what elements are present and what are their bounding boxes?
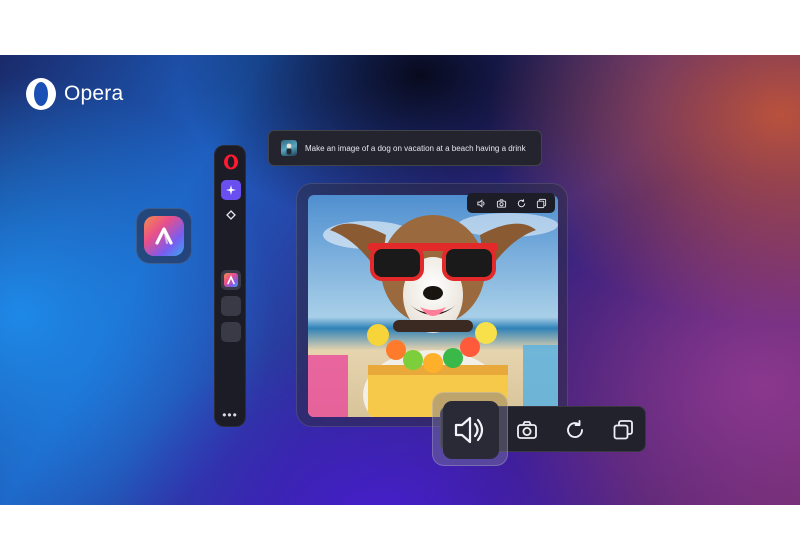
sidebar-empty-slot[interactable]	[221, 322, 241, 342]
camera-icon[interactable]	[503, 407, 551, 453]
more-menu-icon[interactable]: •••	[215, 408, 245, 422]
diamond-icon[interactable]	[224, 208, 238, 222]
user-avatar	[281, 140, 297, 156]
refresh-icon[interactable]	[551, 407, 599, 453]
ai-app-tile[interactable]	[136, 208, 192, 264]
browser-sidebar: •••	[214, 145, 246, 427]
speaker-icon[interactable]	[471, 193, 491, 213]
sidebar-ai-app-icon[interactable]	[221, 270, 241, 290]
speaker-button-highlight	[432, 392, 508, 466]
speaker-icon[interactable]	[443, 401, 499, 459]
copy-icon[interactable]	[531, 193, 551, 213]
generated-dog-image	[308, 195, 558, 417]
ai-app-icon	[144, 216, 184, 256]
opera-logo: Opera	[24, 77, 123, 111]
image-toolbar-small	[467, 193, 555, 213]
copy-icon[interactable]	[599, 407, 647, 453]
brand-name: Opera	[64, 82, 124, 105]
prompt-text: Make an image of a dog on vacation at a …	[305, 143, 526, 153]
sidebar-empty-slot[interactable]	[221, 296, 241, 316]
generated-image-card	[296, 183, 568, 427]
aria-sparkle-icon[interactable]	[221, 180, 241, 200]
camera-icon[interactable]	[491, 193, 511, 213]
refresh-icon[interactable]	[511, 193, 531, 213]
opera-logo-icon	[24, 77, 58, 111]
prompt-bar: Make an image of a dog on vacation at a …	[268, 130, 542, 166]
opera-icon[interactable]	[223, 154, 239, 170]
promo-canvas: Opera ••• Make an image of a dog on vaca…	[0, 55, 800, 505]
